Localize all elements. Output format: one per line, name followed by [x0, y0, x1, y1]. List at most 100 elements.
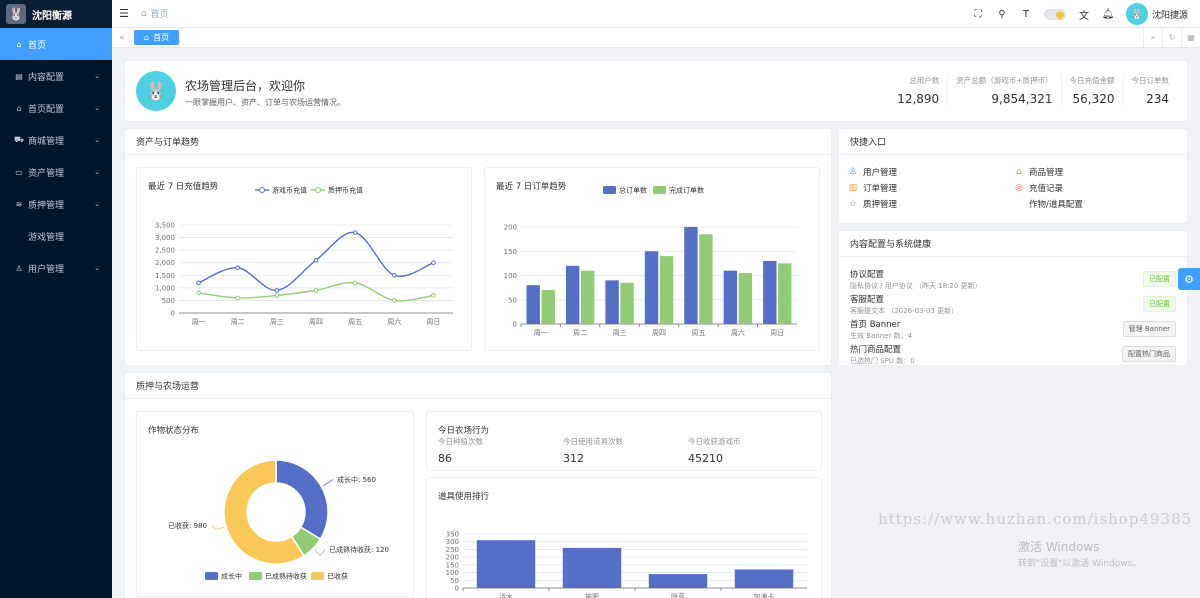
scroll-left-icon[interactable]: «: [112, 33, 132, 43]
bar: [562, 547, 622, 588]
order-chart-card: 最近 7 日订单趋势 0 50 100 150 200 周一 周二 周三 周四 周五 周六 周日 总订单…: [484, 167, 820, 351]
health-row: 协议配置 隐私协议 / 用户协议 （昨天 18:20 更新） 已配置: [850, 268, 1176, 292]
metric-value: 45210: [688, 452, 723, 465]
brand-name: 沈阳衡源: [32, 10, 72, 22]
data-point: [352, 230, 358, 235]
y-tick-label: 2,000: [155, 259, 175, 267]
sidebar-item[interactable]: ⌂ 首页: [0, 28, 112, 60]
bar: [778, 263, 792, 324]
tag-home[interactable]: ⌂ 首页: [134, 30, 180, 45]
home-icon: ⌂: [144, 33, 150, 42]
crop-chart-card: 作物状态分布 成长中: 560 已成熟待收获: 120 已收获: 980 成长中 已成熟…: [136, 411, 414, 597]
sidebar-item[interactable]: 游戏管理: [0, 220, 112, 252]
sidebar-item[interactable]: ≋ 质押管理 ⌄: [0, 188, 112, 220]
stats-group: 总用户数 12,890 资产总额（游戏币+质押币） 9,854,321 今日充值金额 56…: [889, 75, 1177, 106]
data-point: [196, 290, 201, 296]
font-size-icon[interactable]: T: [1014, 9, 1038, 20]
welcome-card: 🐰 农场管理后台，欢迎你 一眼掌握用户、资产、订单与农场运营情况。 总用户数 12…: [124, 60, 1188, 122]
top-header: ☰ ⌂ 首页 ⛶ ⚲ T 文 🔔︎ 🐰 沈阳捷源: [112, 0, 1200, 28]
chevron-down-icon: ⌄: [94, 104, 100, 112]
bar: [684, 227, 698, 324]
brand[interactable]: 🐰 沈阳衡源: [0, 0, 112, 28]
chevron-down-icon: ⌄: [94, 264, 100, 272]
search-icon[interactable]: ⚲: [990, 9, 1014, 20]
sidebar-item[interactable]: ⌂ 首页配置 ⌄: [0, 92, 112, 124]
quick-item-label: 用户管理: [863, 168, 898, 178]
theme-toggle[interactable]: [1043, 8, 1066, 20]
y-tick-label: 500: [162, 297, 175, 305]
today-card: 今日农场行为 今日种植次数 86 今日使用道具次数 312 今日收获游戏币 45210: [426, 411, 822, 471]
y-tick-label: 1,000: [155, 284, 175, 292]
bar: [620, 282, 634, 324]
stat-value: 12,890: [897, 92, 940, 106]
action-button[interactable]: 配置热门商品: [1122, 346, 1176, 362]
data-point: [235, 265, 241, 271]
legend-swatch: [603, 186, 616, 194]
quick-item[interactable]: ▥ 订单管理: [847, 182, 897, 194]
data-point: [431, 293, 436, 298]
translate-icon[interactable]: 文: [1072, 7, 1096, 22]
document-icon: ▤: [15, 71, 23, 81]
pie-label: 已成熟待收获: 120: [329, 545, 389, 554]
shop-icon: ⌂: [1016, 167, 1022, 177]
quick-item[interactable]: 作物/道具配置: [1013, 198, 1083, 210]
quick-item[interactable]: ♙ 用户管理: [847, 166, 897, 178]
pie-label-line: [322, 479, 334, 486]
quick-item[interactable]: ◎ 充值记录: [1013, 182, 1063, 194]
legend-marker: [315, 187, 321, 193]
health-row-title: 协议配置: [850, 270, 885, 280]
activation-subtitle: 转到"设置"以激活 Windows。: [1018, 559, 1142, 569]
y-tick-label: 0: [513, 321, 517, 329]
sidebar-item[interactable]: ▭ 资产管理 ⌄: [0, 156, 112, 188]
x-tick-label: 施肥: [585, 592, 599, 598]
hamburger-icon[interactable]: ☰: [119, 7, 129, 20]
x-tick-label: 周三: [270, 318, 284, 326]
bar: [526, 285, 540, 324]
settings-float-button[interactable]: ⚙: [1178, 268, 1200, 290]
username[interactable]: 沈阳捷源: [1152, 8, 1188, 21]
quick-item[interactable]: ☆ 质押管理: [847, 198, 897, 210]
sidebar-item-label: 质押管理: [28, 200, 65, 211]
activation-title: 激活 Windows: [1018, 540, 1100, 554]
refresh-icon[interactable]: ↻: [1162, 28, 1181, 48]
stat-item: 资产总额（游戏币+质押币） 9,854,321: [947, 75, 1060, 106]
user-icon: ♙: [848, 167, 858, 177]
y-tick-label: 250: [446, 546, 459, 554]
y-tick-label: 0: [171, 310, 175, 318]
status-badge: 已配置: [1143, 296, 1176, 312]
metric-label: 今日使用道具次数: [563, 437, 623, 446]
y-tick-label: 200: [504, 224, 517, 232]
status-badge: 已配置: [1143, 271, 1176, 287]
legend-label: 成长中: [221, 572, 242, 581]
quick-item-label: 作物/道具配置: [1029, 200, 1083, 210]
recharge-line-chart: 0 500 1,000 1,500 2,000 2,500 3,000 3,500 周一 周二 周三…: [155, 186, 453, 326]
cart-icon: ⛟: [13, 135, 25, 144]
legend-label: 总订单数: [619, 186, 647, 195]
sidebar-item[interactable]: ⛟ 商城管理 ⌄: [0, 124, 112, 156]
welcome-title: 农场管理后台，欢迎你: [185, 79, 306, 93]
quick-item[interactable]: ⌂ 商品管理: [1013, 166, 1063, 178]
data-point: [196, 280, 201, 286]
home-icon: ⌂: [16, 39, 22, 49]
health-row-title: 客服配置: [850, 295, 885, 305]
stat-label: 总用户数: [909, 76, 940, 85]
grid-icon[interactable]: ▦: [1181, 28, 1200, 48]
stat-item: 总用户数 12,890: [889, 75, 947, 106]
legend-label: 质押币充值: [328, 186, 363, 195]
legend-swatch: [249, 572, 262, 580]
x-tick-label: 周四: [652, 329, 666, 337]
watermark: https://www.huzhan.com/ishop49385: [878, 510, 1193, 528]
stat-label: 今日订单数: [1131, 76, 1170, 85]
scroll-right-icon[interactable]: »: [1143, 28, 1162, 48]
y-tick-label: 200: [446, 554, 459, 562]
sidebar-item-label: 游戏管理: [28, 232, 65, 243]
quick-item-label: 充值记录: [1029, 184, 1064, 194]
action-button[interactable]: 管理 Banner: [1122, 321, 1176, 337]
sidebar-item[interactable]: ♙ 用户管理 ⌄: [0, 252, 112, 284]
breadcrumb-item[interactable]: 首页: [151, 7, 169, 20]
bell-icon[interactable]: 🔔︎: [1096, 9, 1120, 20]
fullscreen-icon[interactable]: ⛶: [966, 9, 990, 20]
avatar[interactable]: 🐰: [1125, 3, 1148, 25]
farm-section: 质押与农场运营 作物状态分布 成长中: 560 已成熟待收获: 120 已收获: 9…: [124, 372, 832, 598]
sidebar-item[interactable]: ▤ 内容配置 ⌄: [0, 60, 112, 92]
